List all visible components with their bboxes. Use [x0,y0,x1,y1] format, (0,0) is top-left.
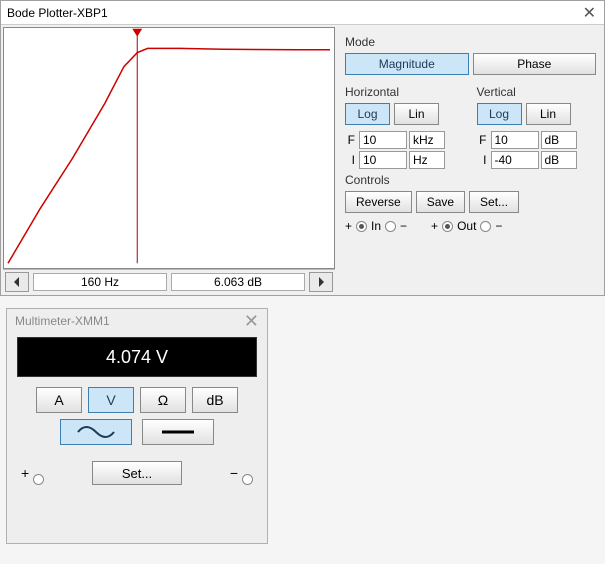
controls-panel: Mode Magnitude Phase Horizontal Log Lin … [337,25,604,295]
plus-label: + [345,219,352,233]
close-icon[interactable]: ✕ [244,311,259,332]
readout-magnitude: 6.063 dB [171,273,305,291]
sine-wave-icon [76,425,116,439]
bode-plot-svg [4,28,334,268]
mode-ohms-button[interactable]: Ω [140,387,186,413]
multimeter-set-button[interactable]: Set... [92,461,182,485]
minus-label-out: − [495,219,502,233]
multimeter-display: 4.074 V [17,337,257,377]
plus-terminal-label: + [21,465,29,481]
horiz-f-label: F [345,133,357,147]
out-minus-terminal[interactable] [480,221,491,232]
vert-f-label: F [477,133,489,147]
plot-panel: 160 Hz 6.063 dB [1,25,337,295]
horiz-i-unit: Hz [409,151,445,169]
mode-label: Mode [345,35,596,49]
mode-magnitude-button[interactable]: Magnitude [345,53,469,75]
vert-lin-button[interactable]: Lin [526,103,571,125]
bode-plotter-window: Bode Plotter-XBP1 ✕ 160 Hz 6.063 dB Mode [0,0,605,296]
bode-title-text: Bode Plotter-XBP1 [7,6,598,20]
minus-terminal[interactable] [242,474,253,485]
plus-terminal[interactable] [33,474,44,485]
vert-i-unit: dB [541,151,577,169]
bode-plot-area[interactable] [3,27,335,269]
reverse-button[interactable]: Reverse [345,191,412,213]
out-label: Out [457,219,476,233]
in-minus-terminal[interactable] [385,221,396,232]
minus-terminal-label: − [230,465,238,481]
horiz-lin-button[interactable]: Lin [394,103,439,125]
horiz-f-unit: kHz [409,131,445,149]
dc-mode-button[interactable] [142,419,214,445]
cursor-right-button[interactable] [309,272,333,292]
multimeter-title-text: Multimeter-XMM1 [15,314,110,328]
mode-phase-button[interactable]: Phase [473,53,597,75]
ac-mode-button[interactable] [60,419,132,445]
minus-label: − [400,219,407,233]
vert-log-button[interactable]: Log [477,103,522,125]
horizontal-label: Horizontal [345,85,465,99]
horiz-i-label: I [345,153,357,167]
vert-i-input[interactable] [491,151,539,169]
mode-volts-button[interactable]: V [88,387,134,413]
horiz-log-button[interactable]: Log [345,103,390,125]
save-button[interactable]: Save [416,191,465,213]
mode-amps-button[interactable]: A [36,387,82,413]
vertical-label: Vertical [477,85,597,99]
plus-label-out: + [431,219,438,233]
mode-db-button[interactable]: dB [192,387,238,413]
set-button[interactable]: Set... [469,191,519,213]
readout-frequency: 160 Hz [33,273,167,291]
horiz-f-input[interactable] [359,131,407,149]
bode-titlebar: Bode Plotter-XBP1 ✕ [1,1,604,25]
horiz-i-input[interactable] [359,151,407,169]
controls-label: Controls [345,173,596,187]
multimeter-titlebar: Multimeter-XMM1 ✕ [7,309,267,333]
in-label: In [371,219,381,233]
out-plus-terminal[interactable] [442,221,453,232]
cursor-left-button[interactable] [5,272,29,292]
close-icon[interactable]: ✕ [583,3,596,23]
dc-line-icon [158,425,198,439]
vert-i-label: I [477,153,489,167]
multimeter-window: Multimeter-XMM1 ✕ 4.074 V A V Ω dB + Set… [6,308,268,544]
in-plus-terminal[interactable] [356,221,367,232]
vert-f-unit: dB [541,131,577,149]
vert-f-input[interactable] [491,131,539,149]
